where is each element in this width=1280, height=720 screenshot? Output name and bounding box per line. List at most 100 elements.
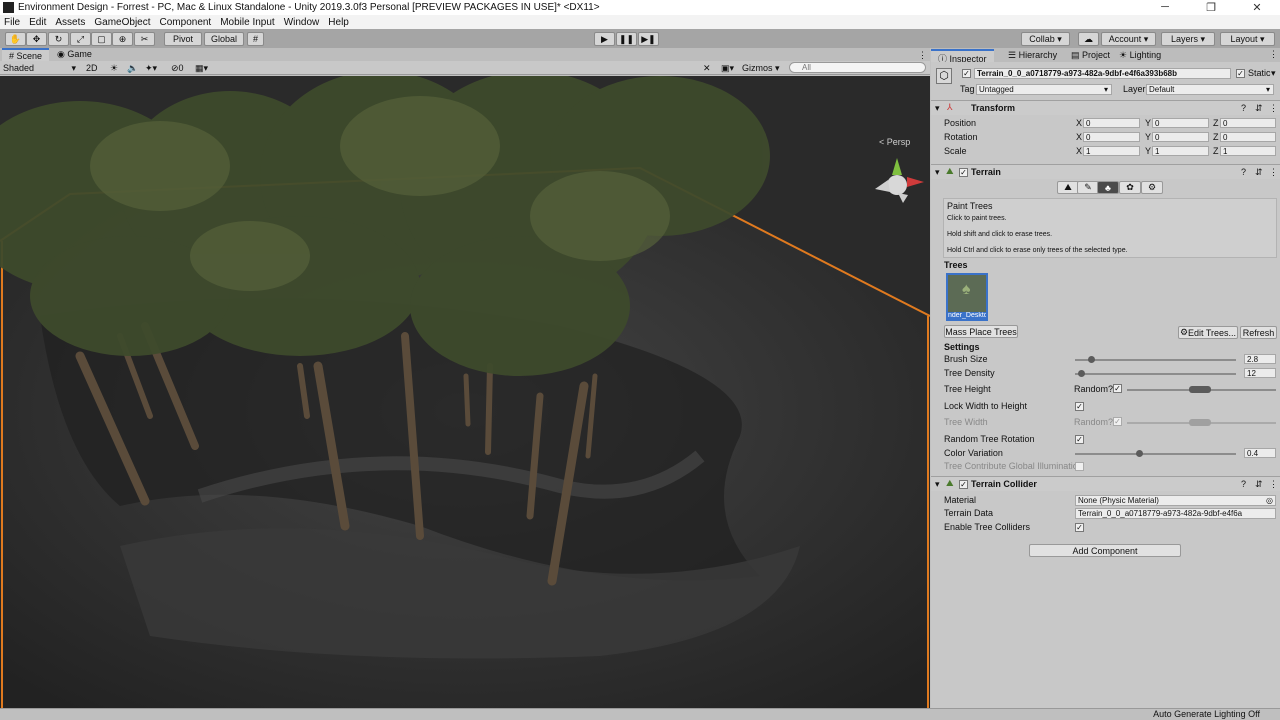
position-z-field[interactable]: 0 [1220,118,1276,128]
collab-dropdown[interactable]: Collab ▾ [1021,32,1070,46]
component-menu-icon[interactable]: ⋮ [1269,167,1278,178]
rotation-z-field[interactable]: 0 [1220,132,1276,142]
component-menu-icon[interactable]: ⋮ [1269,103,1278,114]
step-button[interactable]: ▶❚ [638,32,659,46]
menu-component[interactable]: Component [160,17,212,28]
static-dropdown-icon[interactable]: ▾ [1271,68,1276,79]
account-dropdown[interactable]: Account ▾ [1101,32,1156,46]
tab-lighting[interactable]: ☀ Lighting [1112,49,1168,62]
audio-toggle-icon[interactable]: 🔈 [127,62,138,74]
menu-edit[interactable]: Edit [29,17,46,28]
terrain-collider-header[interactable]: ▾ ⛰ ✓ Terrain Collider ? ⇵ ⋮ [931,476,1280,491]
hidden-objects-toggle[interactable]: ⊘ 0 [171,62,184,74]
pivot-toggle[interactable]: Pivot [164,32,202,46]
add-component-button[interactable]: Add Component [1029,544,1181,557]
menu-assets[interactable]: Assets [55,17,85,28]
terrain-settings-tool-icon[interactable]: ⚙ [1141,181,1163,194]
grid-snap-icon[interactable]: # [247,32,264,46]
global-toggle[interactable]: Global [204,32,244,46]
paint-texture-tool-icon[interactable]: ✎ [1077,181,1099,194]
position-y-field[interactable]: 0 [1152,118,1209,128]
camera-settings-icon[interactable]: ▣▾ [721,62,734,74]
menu-gameobject[interactable]: GameObject [94,17,150,28]
paint-trees-tool-icon[interactable]: ♣ [1097,181,1119,194]
inspector-menu-icon[interactable]: ⋮ [1269,49,1278,60]
shading-mode-dropdown[interactable]: Shaded ▾ [3,62,76,74]
object-picker-icon[interactable]: ◎ [1266,496,1275,505]
2d-toggle[interactable]: 2D [86,62,98,74]
tab-game[interactable]: ◉ Game [50,48,99,61]
terrain-header[interactable]: ▾ ⛰ ✓ Terrain ? ⇵ ⋮ [931,164,1280,179]
position-x-field[interactable]: 0 [1083,118,1140,128]
menu-window[interactable]: Window [284,17,320,28]
terrain-data-field[interactable]: Terrain_0_0_a0718779-a973-482a-9dbf-e4f6… [1075,508,1276,519]
transform-tool-icon[interactable]: ⊕ [112,32,133,46]
rotation-x-field[interactable]: 0 [1083,132,1140,142]
preset-icon[interactable]: ⇵ [1255,167,1263,178]
persp-label[interactable]: < Persp [879,137,910,147]
layout-dropdown[interactable]: Layout ▾ [1220,32,1275,46]
material-field[interactable]: None (Physic Material) ◎ [1075,495,1276,506]
lighting-toggle-icon[interactable]: ☀ [110,62,118,74]
scene-viewport[interactable]: < Persp [0,76,930,708]
layer-dropdown[interactable]: Default ▾ [1146,84,1274,95]
tab-scene[interactable]: # Scene [2,48,50,61]
rect-tool-icon[interactable]: ▢ [91,32,112,46]
color-variation-field[interactable]: 0.4 [1244,448,1276,458]
rotate-tool-icon[interactable]: ↻ [48,32,69,46]
help-icon[interactable]: ? [1241,167,1246,177]
static-checkbox[interactable]: ✓ [1236,69,1245,78]
tab-inspector[interactable]: ⓘ Inspector [931,49,994,64]
collider-enabled-checkbox[interactable]: ✓ [959,480,968,489]
paint-details-tool-icon[interactable]: ✿ [1119,181,1141,194]
gameobject-name-field[interactable]: Terrain_0_0_a0718779-a973-482a-9dbf-e4f6… [974,68,1231,79]
edit-trees-button[interactable]: ⚙ Edit Trees... [1178,326,1238,339]
component-menu-icon[interactable]: ⋮ [1269,479,1278,490]
tree-height-range-slider[interactable] [1127,386,1276,393]
scale-x-field[interactable]: 1 [1083,146,1140,156]
brush-size-slider[interactable] [1075,356,1236,363]
tree-density-field[interactable]: 12 [1244,368,1276,378]
gizmos-dropdown[interactable]: Gizmos ▾ [742,62,780,74]
lock-width-checkbox[interactable]: ✓ [1075,402,1084,411]
raise-terrain-tool-icon[interactable]: ⛰ [1057,181,1079,194]
menu-mobile-input[interactable]: Mobile Input [220,17,274,28]
move-tool-icon[interactable]: ✥ [26,32,47,46]
menu-file[interactable]: File [4,17,20,28]
scale-z-field[interactable]: 1 [1220,146,1276,156]
auto-lighting-status[interactable]: Auto Generate Lighting Off [1153,709,1260,719]
cloud-icon[interactable]: ☁ [1078,32,1099,46]
brush-size-field[interactable]: 2.8 [1244,354,1276,364]
pause-button[interactable]: ❚❚ [616,32,637,46]
tag-dropdown[interactable]: Untagged ▾ [976,84,1112,95]
preset-icon[interactable]: ⇵ [1255,479,1263,490]
help-icon[interactable]: ? [1241,479,1246,489]
terrain-enabled-checkbox[interactable]: ✓ [959,168,968,177]
layers-dropdown[interactable]: Layers ▾ [1161,32,1215,46]
tree-density-slider[interactable] [1075,370,1236,377]
scene-search-input[interactable] [789,62,926,73]
foldout-arrow-icon[interactable]: ▾ [935,167,940,178]
grid-toggle-icon[interactable]: ▦▾ [195,62,208,74]
tab-menu-icon[interactable]: ⋮ [918,50,927,61]
help-icon[interactable]: ? [1241,103,1246,113]
maximize-button[interactable]: ❐ [1188,1,1234,14]
tree-height-random-checkbox[interactable]: ✓ [1113,384,1122,393]
minimize-button[interactable]: ─ [1142,1,1188,14]
color-variation-knob[interactable] [1136,450,1144,457]
foldout-arrow-icon[interactable]: ▾ [935,103,940,114]
tab-project[interactable]: ▤ Project [1064,49,1117,62]
effects-toggle-icon[interactable]: ✦▾ [145,62,157,74]
menu-help[interactable]: Help [328,17,349,28]
refresh-button[interactable]: Refresh [1240,326,1277,339]
play-button[interactable]: ▶ [594,32,615,46]
tools-toggle-icon[interactable]: ✕ [703,62,711,74]
scale-y-field[interactable]: 1 [1152,146,1209,156]
brush-size-knob[interactable] [1088,356,1096,363]
random-rotation-checkbox[interactable]: ✓ [1075,435,1084,444]
tab-hierarchy[interactable]: ☰ Hierarchy [1001,49,1064,62]
tree-density-knob[interactable] [1078,370,1086,377]
tree-height-range-thumb[interactable] [1189,386,1211,393]
rotation-y-field[interactable]: 0 [1152,132,1209,142]
hand-tool-icon[interactable]: ✋ [5,32,26,46]
